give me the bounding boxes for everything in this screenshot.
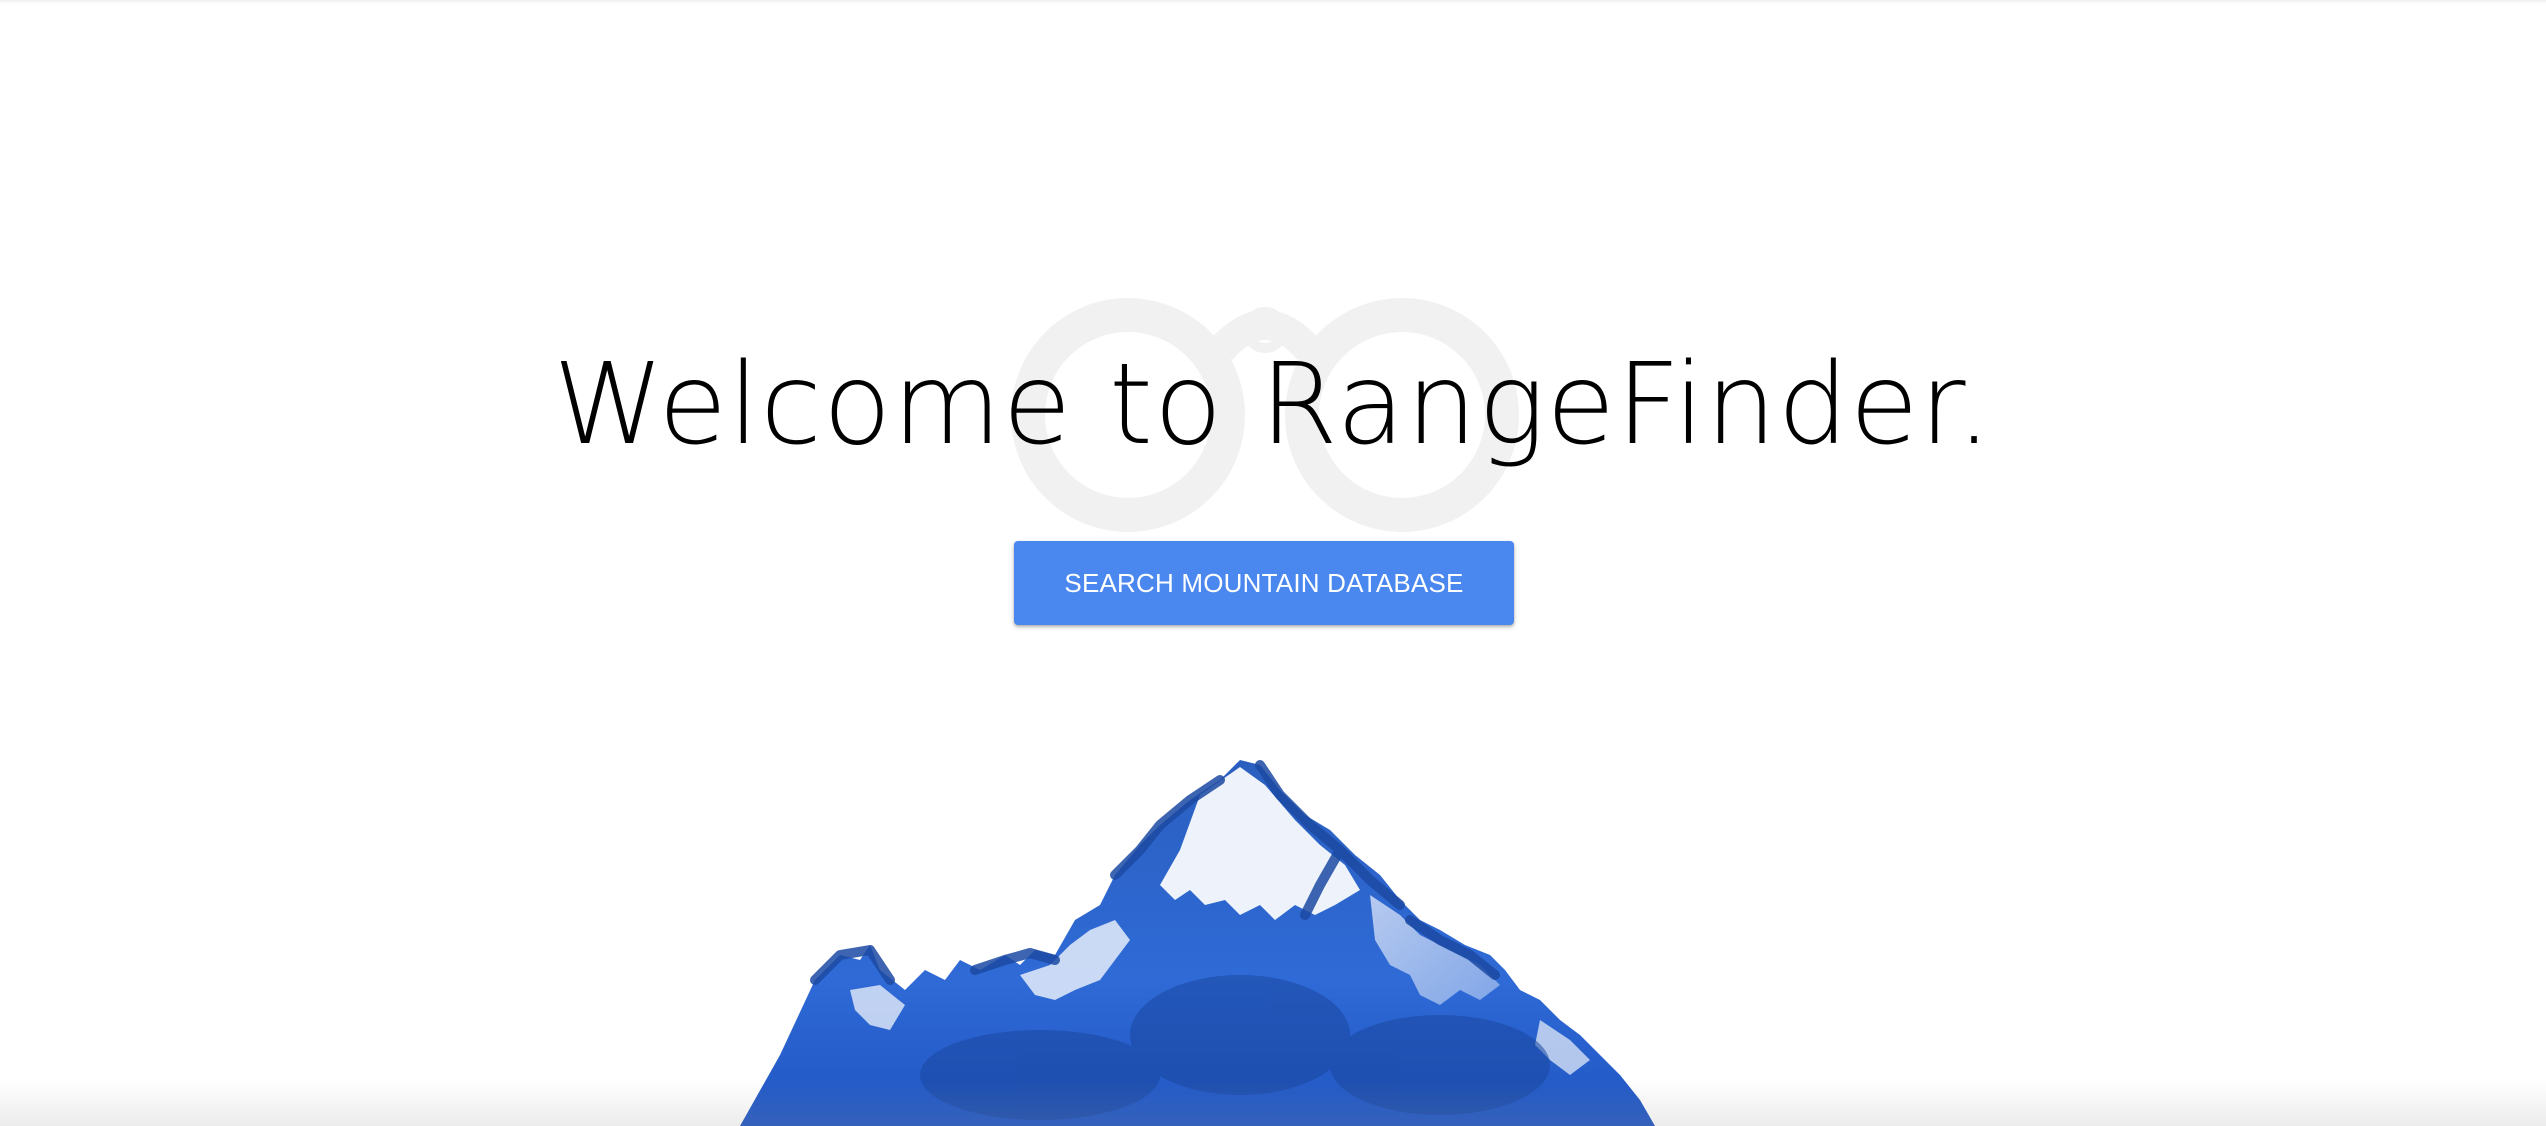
watercolor-mountain-illustration (740, 760, 1655, 1126)
page-title: Welcome to RangeFinder. (553, 340, 1993, 470)
hero-section: Welcome to RangeFinder. SEARCH MOUNTAIN … (0, 0, 2546, 1126)
search-mountain-database-button[interactable]: SEARCH MOUNTAIN DATABASE (1014, 541, 1514, 625)
landing-page: Welcome to RangeFinder. SEARCH MOUNTAIN … (0, 0, 2546, 1126)
